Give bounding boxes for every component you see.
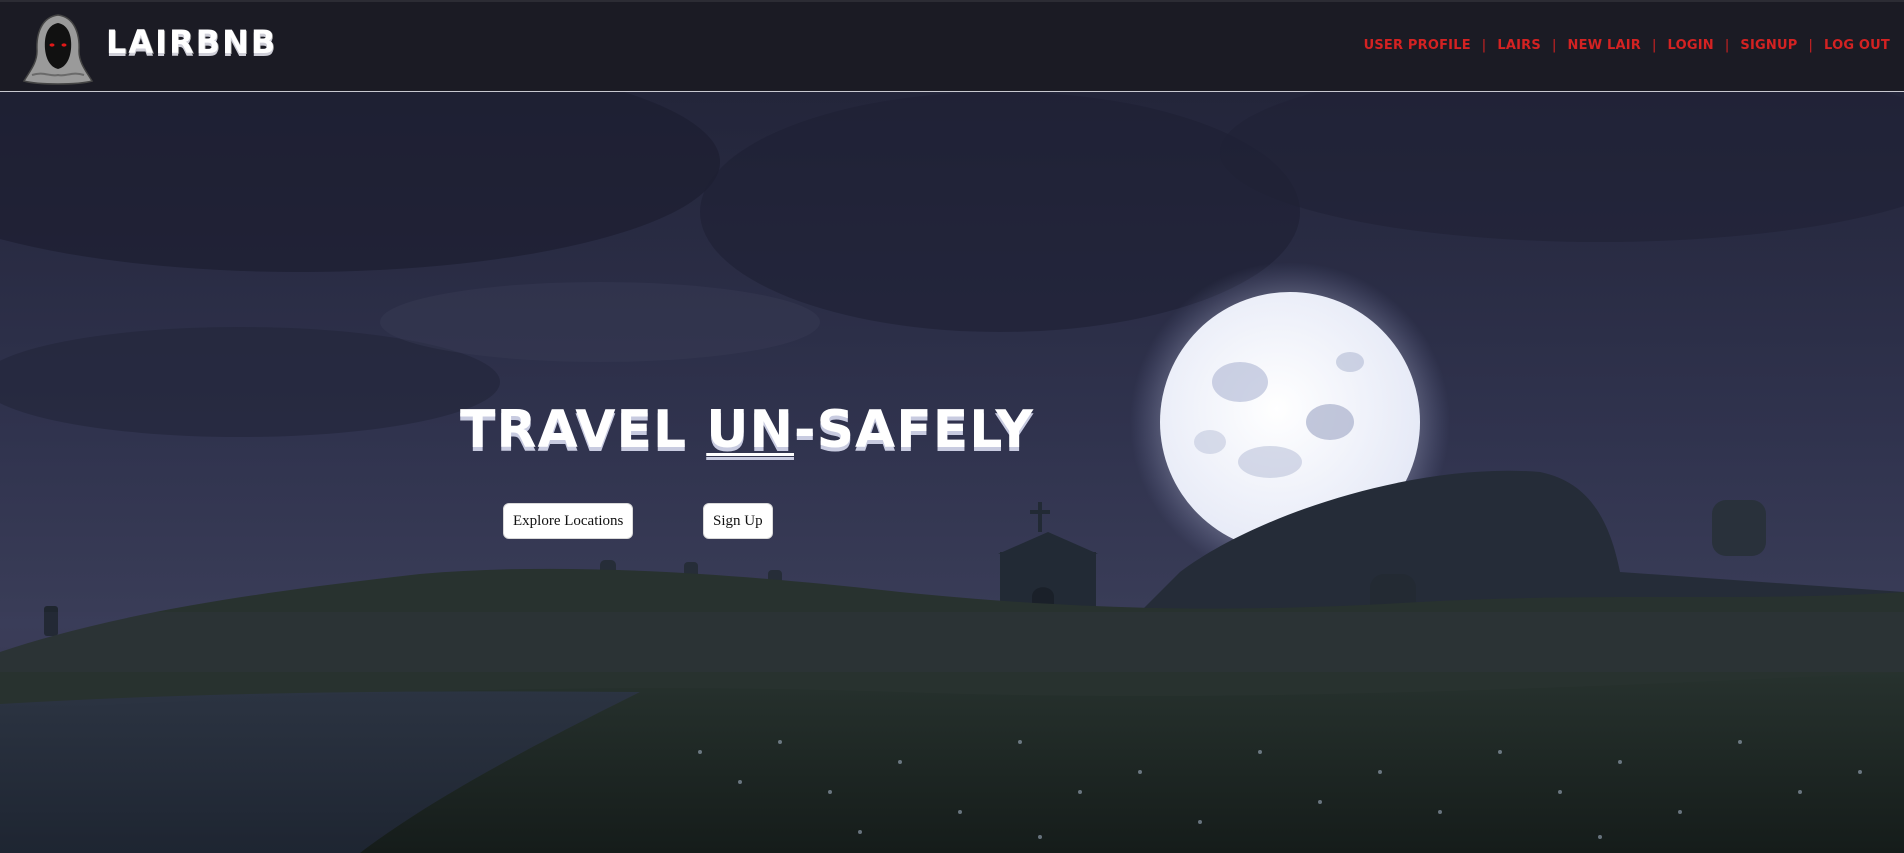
nav-separator: | — [1481, 38, 1487, 53]
nav-separator: | — [1551, 38, 1557, 53]
sign-up-button[interactable]: Sign Up — [703, 503, 773, 539]
nav-separator: | — [1724, 38, 1730, 53]
hooded-reaper-icon[interactable] — [20, 11, 96, 87]
hero-section: TRAVEL UN-SAFELY Explore Locations Sign … — [0, 92, 1904, 853]
nav-separator: | — [1651, 38, 1657, 53]
tagline-text-after: -SAFELY — [793, 400, 1034, 460]
nav-links: USER PROFILE | LAIRS | NEW LAIR | LOGIN … — [1364, 38, 1890, 53]
nav-signup[interactable]: SIGNUP — [1740, 38, 1797, 53]
nav-new-lair[interactable]: NEW LAIR — [1568, 38, 1641, 53]
nav-log-out[interactable]: LOG OUT — [1824, 38, 1890, 53]
explore-locations-button[interactable]: Explore Locations — [503, 503, 634, 539]
nav-user-profile[interactable]: USER PROFILE — [1364, 38, 1471, 53]
hero-tagline: TRAVEL UN-SAFELY — [460, 400, 1034, 460]
nav-lairs[interactable]: LAIRS — [1497, 38, 1541, 53]
top-navbar: LAIRBNB USER PROFILE | LAIRS | NEW LAIR … — [0, 0, 1904, 92]
graveyard-night-scene — [0, 92, 1904, 853]
nav-login[interactable]: LOGIN — [1668, 38, 1714, 53]
nav-separator: | — [1808, 38, 1814, 53]
tagline-text-before: TRAVEL — [460, 400, 707, 460]
tagline-emphasis: UN — [706, 400, 794, 460]
brand[interactable]: LAIRBNB — [20, 12, 277, 86]
brand-name[interactable]: LAIRBNB — [106, 23, 277, 61]
